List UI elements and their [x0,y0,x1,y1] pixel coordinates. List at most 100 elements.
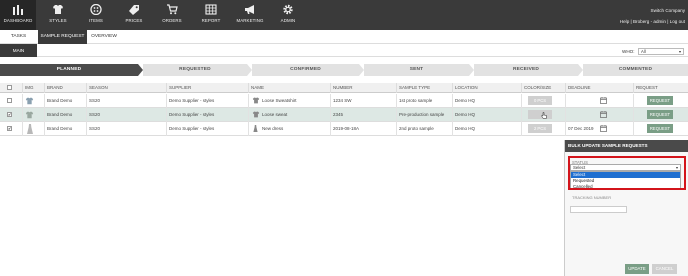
request-button[interactable]: REQUEST [647,124,673,133]
row-location: Demo HQ [452,94,521,108]
row-number: 2019-08-18A [330,122,396,136]
stage-received[interactable]: RECEIVED [474,64,578,76]
col-supplier[interactable]: SUPPLIER [166,83,248,93]
calendar-icon[interactable] [600,125,607,132]
nav-label: STYLES [49,18,67,23]
table-row[interactable]: Brand Demo SS20 Demo Supplier - styles L… [0,94,688,108]
select-all-checkbox[interactable] [7,85,12,90]
shirt-icon [252,97,260,104]
stage-confirmed[interactable]: CONFIRMED [252,64,359,76]
request-button[interactable]: REQUEST [647,96,673,105]
col-color-size[interactable]: COLOR/SIZE [521,83,565,93]
who-select[interactable]: All ▾ [638,48,684,55]
top-navigation: DASHBOARD STYLES ITEMS PRICES ORDERS REP… [0,0,688,30]
table-row[interactable]: ✔ Brand Demo SS20 Demo Supplier - styles… [0,122,688,136]
bar-chart-icon [13,5,23,15]
price-tag-icon [129,5,139,15]
nav-label: ITEMS [89,18,103,23]
panel-title: BULK UPDATE SAMPLE REQUESTS [565,140,688,152]
nav-items[interactable]: ITEMS [81,0,111,30]
request-button[interactable]: REQUEST [647,110,673,119]
row-supplier: Demo Supplier - styles [166,108,248,122]
calendar-icon[interactable] [600,97,607,104]
nav-dashboard[interactable]: DASHBOARD [0,0,36,30]
highlight-frame [568,156,686,190]
row-deadline [565,108,633,122]
row-checkbox[interactable] [7,98,12,103]
tab-sample-request[interactable]: SAMPLE REQUEST [38,30,87,44]
row-image [22,94,44,108]
subtab-main[interactable]: MAIN [0,44,37,57]
dress-icon [27,124,33,134]
nav-label: DASHBOARD [3,18,33,23]
row-checkbox[interactable]: ✔ [7,126,12,131]
row-supplier: Demo Supplier - styles [166,122,248,136]
nav-orders[interactable]: ORDERS [157,0,187,30]
update-button[interactable]: UPDATE [625,264,649,274]
deadline-text: 07 Dec 2019 [568,126,594,131]
hand-cursor-icon [541,112,547,119]
nav-label: PRICES [125,18,143,23]
account-area: Switch Company Help | Broberg - admin | … [620,5,685,27]
row-number: 2345 [330,108,396,122]
tab-tasks[interactable]: TASKS [5,30,32,44]
gear-icon [283,4,293,15]
nav-styles[interactable]: STYLES [43,0,73,30]
stage-planned[interactable]: PLANNED [0,64,138,76]
row-name-text[interactable]: New dress [262,126,283,131]
row-request: REQUEST [633,94,688,108]
row-supplier: Demo Supplier - styles [166,94,248,108]
color-size-button[interactable]: 2 PCS [528,124,552,133]
table-header: IMG BRAND SEASON SUPPLIER NAME NUMBER SA… [0,83,688,93]
nav-label: ORDERS [162,18,182,23]
company-name: Switch Company [650,8,685,13]
row-season: SS20 [86,108,166,122]
row-name-text[interactable]: Loose Sweatshirt [262,98,297,103]
col-name[interactable]: NAME [248,83,330,93]
row-checkbox[interactable]: ✔ [7,112,12,117]
tab-overview[interactable]: OVERVIEW [88,30,120,44]
shirt-icon [252,111,260,118]
color-size-button[interactable] [528,110,552,119]
main-tabs: TASKS SAMPLE REQUEST OVERVIEW [0,30,688,44]
row-name-text[interactable]: Loose sweat [262,112,287,117]
row-season: SS20 [86,94,166,108]
col-location[interactable]: LOCATION [452,83,521,93]
nav-label: ADMIN [280,18,296,23]
table-row[interactable]: ✔ Brand Demo SS20 Demo Supplier - styles… [0,108,688,122]
user-links[interactable]: Help | Broberg - admin | Log out [620,16,685,27]
tracking-number-input[interactable] [570,206,627,213]
nav-marketing[interactable]: MARKETING [233,0,267,30]
col-number[interactable]: NUMBER [330,83,396,93]
row-name: Loose sweat [248,108,330,122]
calendar-icon[interactable] [600,111,607,118]
who-label: WHO: [622,49,635,54]
col-request[interactable]: REQUEST [633,83,688,93]
who-value: All [641,49,646,54]
nav-report[interactable]: REPORT [196,0,226,30]
row-request: REQUEST [633,108,688,122]
tracking-number-label: TRACKING NUMBER [572,195,612,200]
row-location: Demo HQ [452,122,521,136]
stage-commented[interactable]: COMMENTED [583,64,688,76]
row-brand: Brand Demo [44,94,86,108]
stage-requested[interactable]: REQUESTED [143,64,247,76]
col-season[interactable]: SEASON [86,83,166,93]
row-color-size: 2 PCS [521,122,565,136]
col-deadline[interactable]: DEADLINE [565,83,633,93]
stage-progress: PLANNED REQUESTED CONFIRMED SENT RECEIVE… [0,64,688,76]
nav-prices[interactable]: PRICES [119,0,149,30]
stage-sent[interactable]: SENT [364,64,469,76]
col-img: IMG [22,83,44,93]
row-sample-type: 1st proto sample [396,94,452,108]
color-size-button[interactable]: 0 PCS [528,96,552,105]
cancel-button[interactable]: CANCEL [652,264,677,274]
chevron-down-icon: ▾ [678,49,681,54]
cart-icon [167,4,178,15]
nav-admin[interactable]: ADMIN [273,0,303,30]
col-sample-type[interactable]: SAMPLE TYPE [396,83,452,93]
col-brand[interactable]: BRAND [44,83,86,93]
shirt-icon [25,97,34,105]
nav-label: REPORT [201,18,221,23]
row-brand: Brand Demo [44,108,86,122]
